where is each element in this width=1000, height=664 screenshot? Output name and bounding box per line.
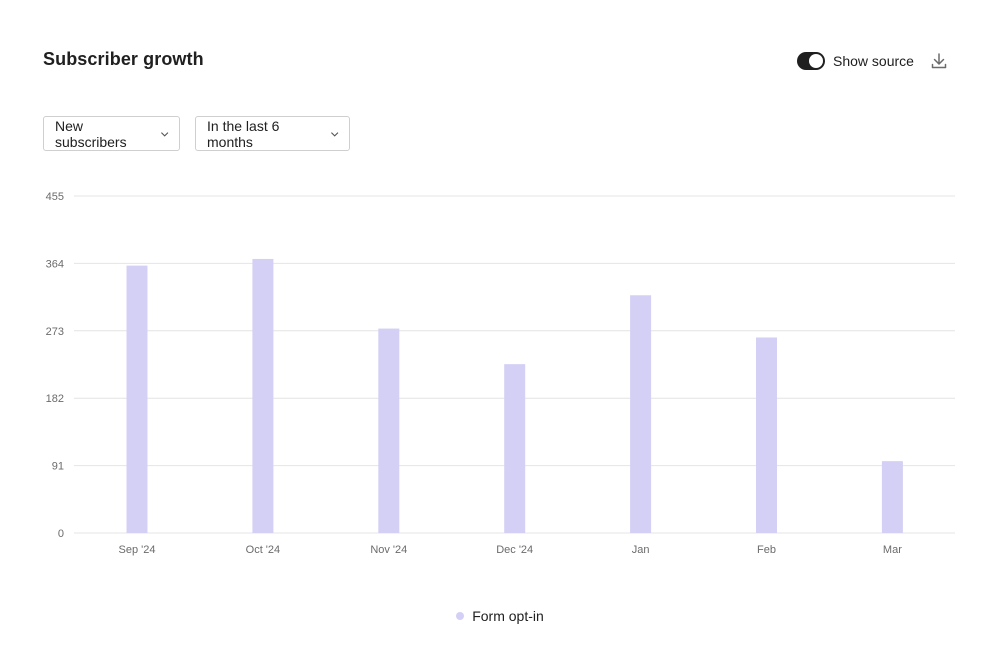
bar — [252, 258, 274, 533]
range-dropdown-value: In the last 6 months — [207, 117, 280, 150]
x-tick-label: Jan — [632, 544, 650, 556]
bar — [504, 364, 526, 533]
chart-legend: Form opt-in — [0, 608, 1000, 624]
x-tick-label: Feb — [757, 544, 776, 556]
y-tick-label: 182 — [46, 393, 64, 405]
x-tick-label: Sep '24 — [119, 544, 156, 556]
y-tick-label: 273 — [46, 326, 64, 338]
y-tick-label: 364 — [46, 258, 64, 270]
show-source-toggle[interactable]: Show source — [797, 52, 914, 70]
bar — [881, 461, 903, 533]
bar — [630, 295, 652, 533]
metric-dropdown-value: New subscribers — [55, 117, 127, 150]
y-tick-label: 91 — [52, 461, 64, 473]
bar — [756, 337, 777, 533]
x-tick-label: Mar — [883, 544, 902, 556]
show-source-label: Show source — [833, 53, 914, 69]
legend-swatch — [456, 612, 465, 620]
chevron-down-icon — [160, 131, 168, 137]
chart-title: Subscriber growth — [43, 49, 204, 69]
toggle-switch[interactable] — [797, 52, 825, 70]
legend-label: Form opt-in — [472, 608, 544, 624]
x-tick-label: Oct '24 — [246, 544, 281, 556]
toggle-knob — [809, 54, 823, 68]
bar — [126, 265, 148, 533]
bar-chart: 0 91 182 273 364 455 Sep '24 Oct '24 Nov '24 Dec … — [46, 191, 955, 556]
x-tick-label: Nov '24 — [370, 544, 407, 556]
bar — [378, 328, 400, 533]
y-tick-label: 455 — [46, 191, 64, 203]
range-dropdown[interactable]: In the last 6 months — [195, 116, 350, 151]
chevron-down-icon — [330, 131, 338, 137]
x-tick-label: Dec '24 — [496, 544, 533, 556]
y-tick-label: 0 — [58, 528, 64, 540]
download-icon[interactable] — [929, 51, 949, 71]
metric-dropdown[interactable]: New subscribers — [43, 116, 180, 151]
